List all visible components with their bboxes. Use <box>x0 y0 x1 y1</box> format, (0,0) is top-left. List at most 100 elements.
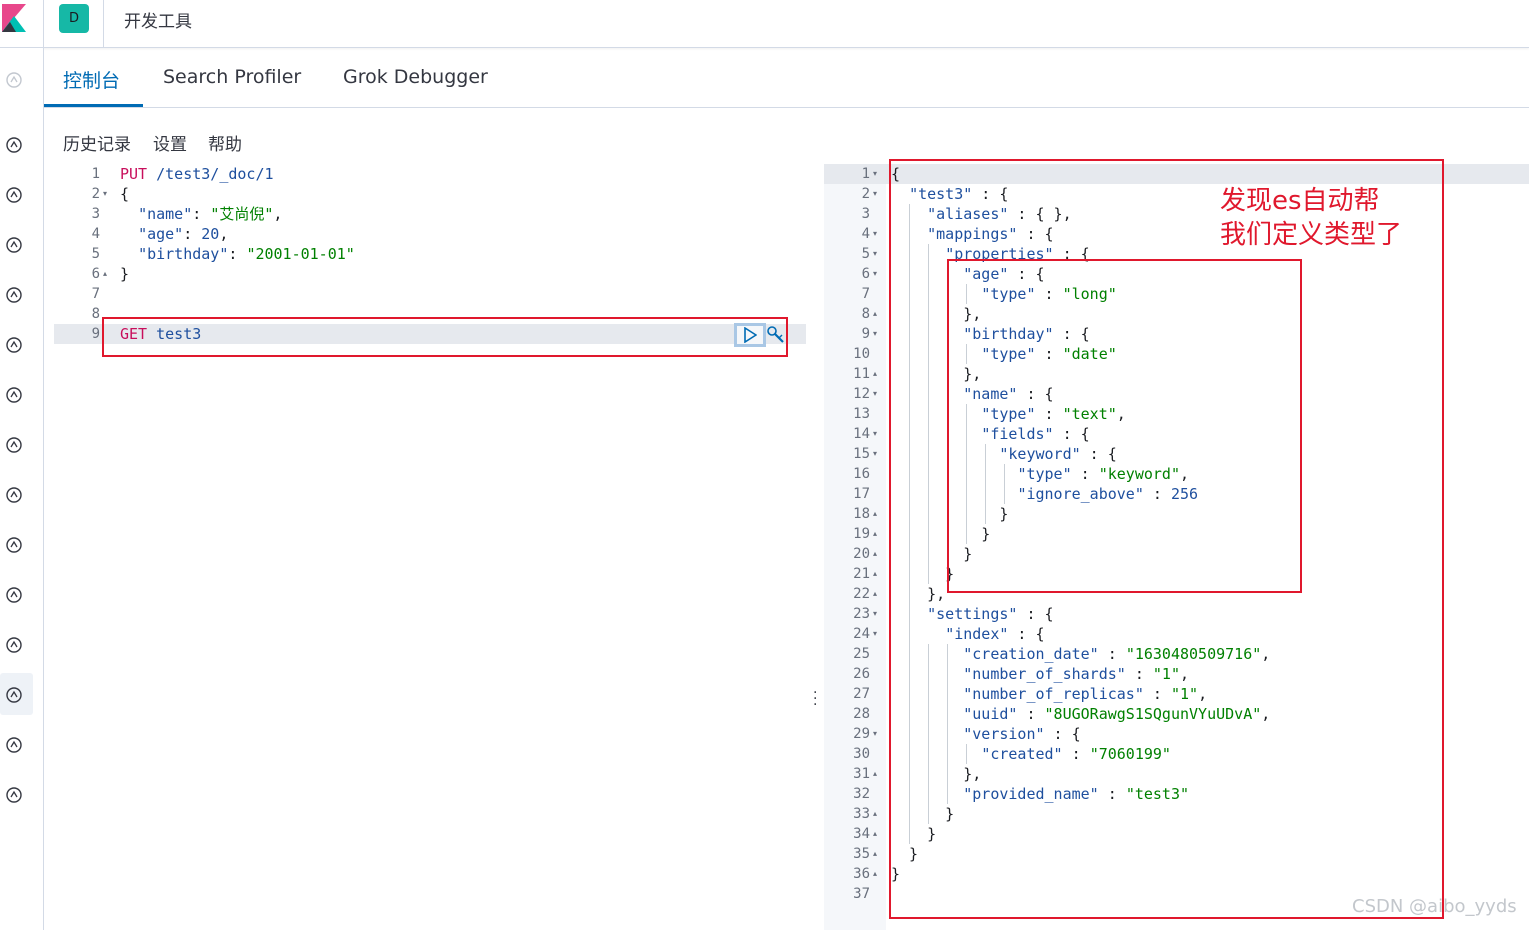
line-number: 3 <box>861 206 870 222</box>
fold-close-icon[interactable]: ▴ <box>873 304 877 324</box>
send-request-button[interactable] <box>734 323 766 347</box>
annotation-box-properties <box>947 259 1302 593</box>
request-line[interactable]: } <box>120 264 129 284</box>
resizer-handle-icon[interactable]: · · · <box>813 686 817 712</box>
request-editor[interactable] <box>54 164 806 930</box>
fold-open-icon[interactable]: ▾ <box>873 444 877 464</box>
fold-open-icon[interactable]: ▾ <box>103 184 107 204</box>
ml-icon[interactable] <box>2 383 26 407</box>
line-number: 11 <box>853 366 870 382</box>
infrastructure-icon[interactable] <box>2 633 26 657</box>
kibana-logo-icon[interactable] <box>2 4 26 32</box>
fold-close-icon[interactable]: ▴ <box>103 264 107 284</box>
watermark: CSDN @aibo_yyds <box>1352 896 1517 917</box>
divider <box>43 0 44 48</box>
fold-open-icon[interactable]: ▾ <box>873 184 877 204</box>
fold-close-icon[interactable]: ▴ <box>873 364 877 384</box>
fold-open-icon[interactable]: ▾ <box>873 264 877 284</box>
line-number: 31 <box>853 766 870 782</box>
annotation-text: 发现es自动帮 我们定义类型了 <box>1220 186 1403 250</box>
dashboard-icon[interactable] <box>2 233 26 257</box>
space-avatar[interactable]: D <box>59 4 89 33</box>
uptime-icon[interactable] <box>2 533 26 557</box>
fold-open-icon[interactable]: ▾ <box>873 244 877 264</box>
line-number: 19 <box>853 526 870 542</box>
line-number: 18 <box>853 506 870 522</box>
settings-link[interactable]: 设置 <box>153 130 187 155</box>
fold-close-icon[interactable]: ▴ <box>873 764 877 784</box>
request-line[interactable]: "age": 20, <box>120 224 228 244</box>
fold-open-icon[interactable]: ▾ <box>873 624 877 644</box>
annotation-box-request <box>102 317 788 357</box>
monitoring-icon[interactable] <box>2 733 26 757</box>
tab-console[interactable]: 控制台 <box>63 66 120 93</box>
line-number: 10 <box>853 346 870 362</box>
tab-grok-debugger[interactable]: Grok Debugger <box>343 66 488 88</box>
code-token: "birthday" <box>138 245 229 263</box>
fold-open-icon[interactable]: ▾ <box>873 224 877 244</box>
recently-viewed-icon[interactable] <box>2 68 26 92</box>
fold-open-icon[interactable]: ▾ <box>873 324 877 344</box>
siem-icon[interactable] <box>2 483 26 507</box>
line-number: 15 <box>853 446 870 462</box>
line-number: 7 <box>861 286 870 302</box>
discover-icon[interactable] <box>2 133 26 157</box>
line-number: 23 <box>853 606 870 622</box>
line-number: 5 <box>861 246 870 262</box>
fold-close-icon[interactable]: ▴ <box>873 824 877 844</box>
code-token: : <box>183 225 202 243</box>
code-token: 20 <box>201 225 220 243</box>
request-line[interactable]: "name": "艾尚倪", <box>120 204 282 224</box>
line-number: 8 <box>861 306 870 322</box>
line-number: 14 <box>853 426 870 442</box>
code-token: { <box>120 185 130 203</box>
fold-close-icon[interactable]: ▴ <box>873 804 877 824</box>
request-line[interactable]: { <box>120 184 129 204</box>
code-token: : <box>192 205 211 223</box>
code-token: "name" <box>138 205 193 223</box>
code-token: /test3/_doc/1 <box>156 165 274 183</box>
line-number: 4 <box>91 226 100 242</box>
fold-close-icon[interactable]: ▴ <box>873 504 877 524</box>
fold-close-icon[interactable]: ▴ <box>873 544 877 564</box>
line-number: 1 <box>861 166 870 182</box>
request-line[interactable]: PUT /test3/_doc/1 <box>120 164 274 184</box>
fold-open-icon[interactable]: ▾ <box>873 724 877 744</box>
fold-open-icon[interactable]: ▾ <box>873 164 877 184</box>
visualize-icon[interactable] <box>2 183 26 207</box>
apm-icon[interactable] <box>2 583 26 607</box>
code-token: : <box>228 245 247 263</box>
code-token: , <box>273 205 283 223</box>
fold-close-icon[interactable]: ▴ <box>873 524 877 544</box>
canvas-icon[interactable] <box>2 283 26 307</box>
request-line[interactable]: "birthday": "2001-01-01" <box>120 244 355 264</box>
line-number: 33 <box>853 806 870 822</box>
graph-icon[interactable] <box>2 433 26 457</box>
management-icon[interactable] <box>2 783 26 807</box>
divider <box>103 0 104 48</box>
help-link[interactable]: 帮助 <box>208 130 242 155</box>
line-number: 37 <box>853 886 870 902</box>
dev-tools-icon[interactable] <box>2 683 26 707</box>
line-number: 5 <box>91 246 100 262</box>
history-link[interactable]: 历史记录 <box>63 130 131 155</box>
tab-search-profiler[interactable]: Search Profiler <box>163 66 301 88</box>
panel-resizer[interactable] <box>806 164 824 930</box>
fold-close-icon[interactable]: ▴ <box>873 564 877 584</box>
maps-icon[interactable] <box>2 333 26 357</box>
line-number: 27 <box>853 686 870 702</box>
line-number: 12 <box>853 386 870 402</box>
tab-bar: 控制台 Search Profiler Grok Debugger <box>44 48 1529 108</box>
line-number: 29 <box>853 726 870 742</box>
fold-close-icon[interactable]: ▴ <box>873 584 877 604</box>
top-bar: D 开发工具 <box>0 0 1529 48</box>
fold-close-icon[interactable]: ▴ <box>873 864 877 884</box>
wrench-icon[interactable] <box>766 325 786 345</box>
line-number: 20 <box>853 546 870 562</box>
fold-open-icon[interactable]: ▾ <box>873 604 877 624</box>
fold-open-icon[interactable]: ▾ <box>873 384 877 404</box>
fold-close-icon[interactable]: ▴ <box>873 844 877 864</box>
code-token: "艾尚倪" <box>210 205 274 223</box>
fold-open-icon[interactable]: ▾ <box>873 424 877 444</box>
